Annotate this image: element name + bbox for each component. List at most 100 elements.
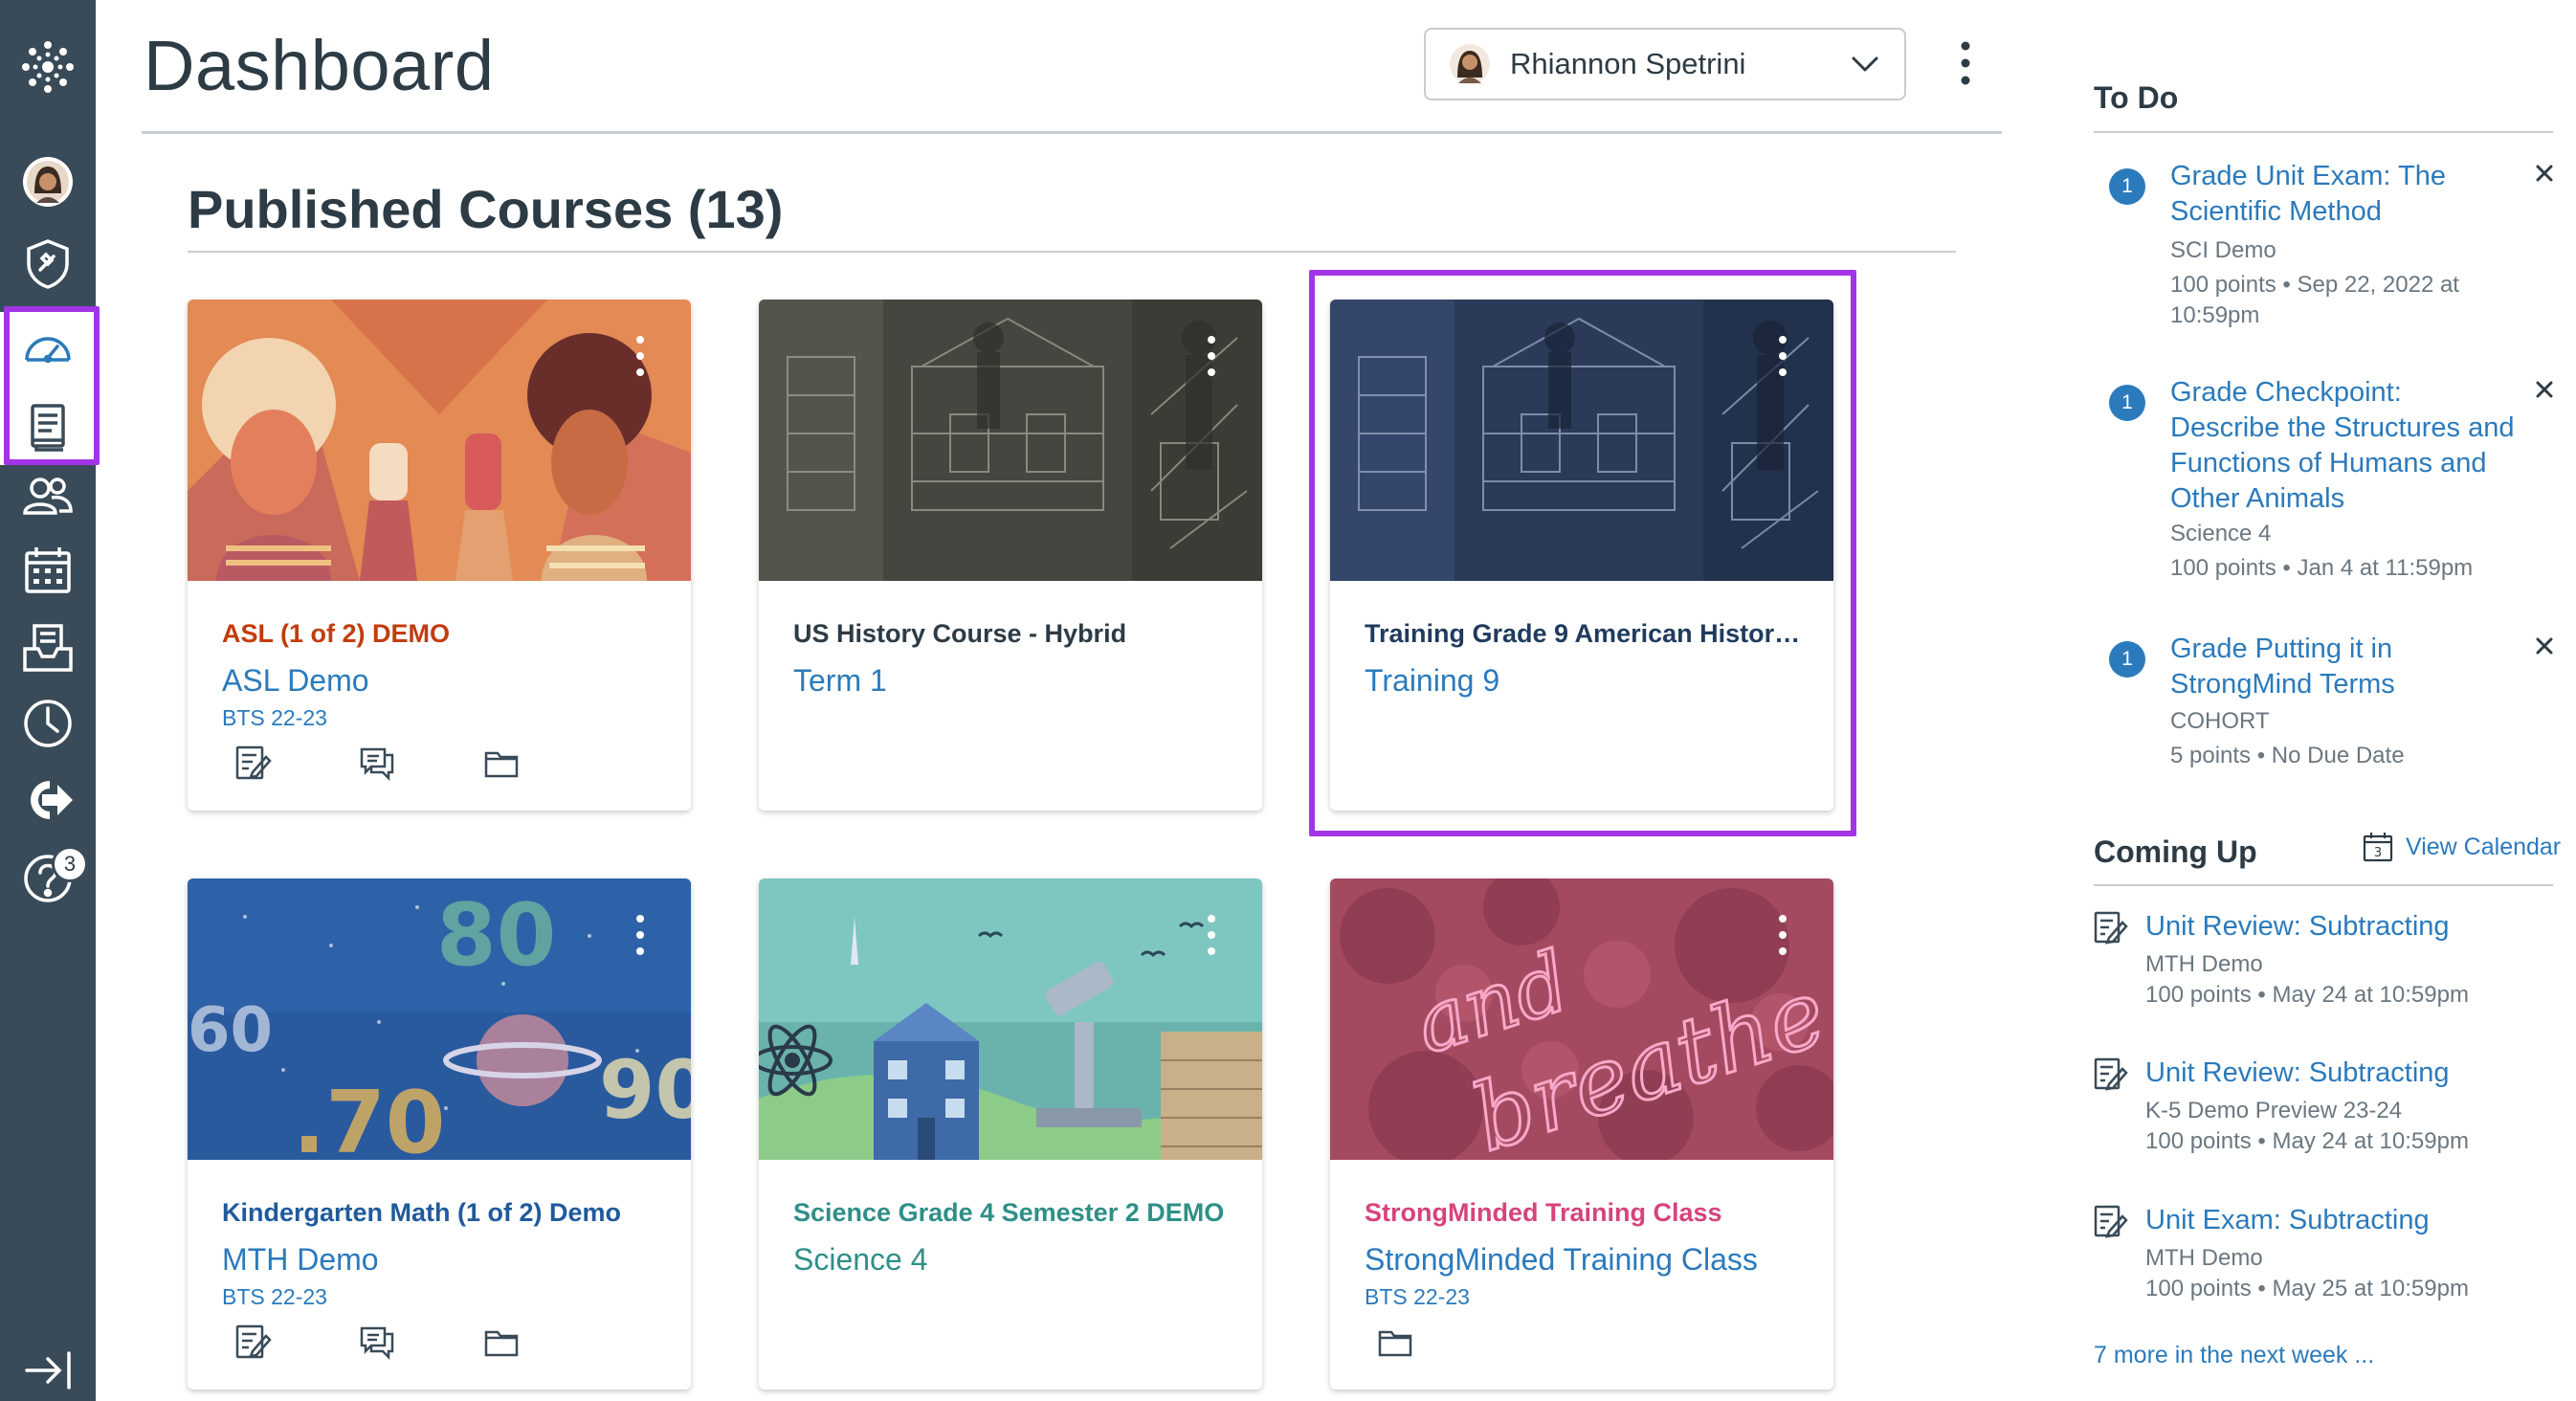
- card-action-icons: [230, 740, 603, 786]
- todo-divider: [2094, 131, 2553, 133]
- course-card[interactable]: 80 60 .70 90 Kindergarten Math (1 of 2) …: [188, 878, 691, 1390]
- card-action-icons: [230, 1319, 603, 1365]
- inbox-icon[interactable]: [0, 609, 96, 685]
- course-code[interactable]: US History Course - Hybrid: [793, 619, 1230, 649]
- coming-up-detail: 100 points • May 25 at 10:59pm: [2145, 1276, 2469, 1301]
- todo-item: 1 Grade Putting it in StrongMind Terms C…: [2109, 632, 2553, 785]
- course-term-name[interactable]: ASL Demo: [222, 663, 369, 699]
- todo-detail: 100 points • Jan 4 at 11:59pm: [2170, 555, 2474, 581]
- todo-item: 1 Grade Unit Exam: The Scientific Method…: [2109, 159, 2553, 350]
- coming-up-item: Unit Review: Subtracting MTH Demo 100 po…: [2092, 909, 2551, 1014]
- todo-course: Science 4: [2170, 521, 2272, 546]
- chevron-down-icon: [1852, 56, 1878, 72]
- course-code[interactable]: Science Grade 4 Semester 2 DEMO: [793, 1198, 1230, 1228]
- todo-count-badge: 1: [2109, 641, 2145, 678]
- course-term-name[interactable]: StrongMinded Training Class: [1365, 1242, 1758, 1278]
- card-hero-image[interactable]: [188, 300, 691, 581]
- coming-up-item: Unit Exam: Subtracting MTH Demo 100 poin…: [2092, 1203, 2551, 1308]
- card-hero-image[interactable]: [759, 878, 1262, 1160]
- todo-link[interactable]: Grade Checkpoint: Describe the Structure…: [2170, 375, 2515, 517]
- coming-up-title: Coming Up: [2094, 834, 2257, 869]
- collapse-nav-icon[interactable]: [0, 1332, 96, 1401]
- coming-up-item: Unit Review: Subtracting K-5 Demo Previe…: [2092, 1056, 2551, 1161]
- coming-up-course: MTH Demo: [2145, 1245, 2263, 1271]
- course-term-name[interactable]: Term 1: [793, 663, 887, 699]
- dashboard-options-menu[interactable]: [1946, 34, 1985, 92]
- kebab-icon: [1961, 41, 1970, 85]
- section-divider: [188, 251, 1956, 253]
- section-title: Published Courses (13): [188, 179, 784, 239]
- todo-item: 1 Grade Checkpoint: Describe the Structu…: [2109, 375, 2553, 595]
- course-code[interactable]: ASL (1 of 2) DEMO: [222, 619, 658, 649]
- card-hero-image[interactable]: 80 60 .70 90: [188, 878, 691, 1160]
- course-term-name[interactable]: MTH Demo: [222, 1242, 379, 1278]
- coming-up-detail: 100 points • May 24 at 10:59pm: [2145, 982, 2469, 1008]
- account-avatar-icon[interactable]: [0, 144, 96, 220]
- course-card[interactable]: Science Grade 4 Semester 2 DEMO Science …: [759, 878, 1262, 1390]
- course-term-name[interactable]: Science 4: [793, 1242, 928, 1278]
- files-folder-icon[interactable]: [478, 1319, 524, 1365]
- commons-arrow-icon[interactable]: [0, 762, 96, 838]
- dismiss-close-icon[interactable]: [2530, 159, 2559, 188]
- calendar-icon: 3: [2363, 833, 2393, 862]
- assignments-icon[interactable]: [230, 1319, 276, 1365]
- calendar-day-number: 3: [2374, 846, 2382, 860]
- canvas-logo-icon[interactable]: [0, 29, 96, 105]
- page-title: Dashboard: [144, 26, 495, 105]
- assignment-icon: [2094, 1205, 2128, 1238]
- card-options-menu[interactable]: [633, 915, 647, 965]
- todo-count-badge: 1: [2109, 385, 2145, 421]
- more-upcoming-link[interactable]: 7 more in the next week ...: [2094, 1342, 2374, 1369]
- card-hero-image[interactable]: [759, 300, 1262, 581]
- coming-up-link[interactable]: Unit Review: Subtracting: [2145, 1056, 2450, 1091]
- course-card[interactable]: US History Course - Hybrid Term 1: [759, 300, 1262, 811]
- assignments-icon[interactable]: [230, 740, 276, 786]
- help-count-badge: 3: [52, 846, 88, 882]
- assignment-icon: [2094, 911, 2128, 945]
- calendar-icon[interactable]: [0, 532, 96, 609]
- groups-icon[interactable]: [0, 457, 96, 534]
- card-options-menu[interactable]: [1776, 915, 1789, 965]
- card-options-menu[interactable]: [633, 336, 647, 386]
- files-folder-icon[interactable]: [1372, 1319, 1418, 1365]
- user-name: Rhiannon Spetrini: [1510, 47, 1746, 80]
- dismiss-close-icon[interactable]: [2530, 632, 2559, 660]
- todo-count-badge: 1: [2109, 168, 2145, 205]
- header-divider: [142, 131, 2002, 134]
- svg-text:90: 90: [599, 1043, 691, 1137]
- svg-text:60: 60: [188, 995, 273, 1066]
- admin-shield-icon[interactable]: [0, 226, 96, 302]
- history-clock-icon[interactable]: [0, 685, 96, 762]
- coming-up-course: K-5 Demo Preview 23-24: [2145, 1098, 2403, 1123]
- card-hero-image[interactable]: and breathe: [1330, 878, 1833, 1160]
- card-highlight-box: [1309, 270, 1856, 836]
- user-observer-select[interactable]: Rhiannon Spetrini: [1424, 28, 1906, 100]
- coming-up-detail: 100 points • May 24 at 10:59pm: [2145, 1128, 2469, 1154]
- todo-link[interactable]: Grade Unit Exam: The Scientific Method: [2170, 159, 2515, 230]
- svg-text:.70: .70: [293, 1073, 445, 1160]
- course-term: BTS 22-23: [222, 1284, 327, 1309]
- course-term: BTS 22-23: [1365, 1284, 1470, 1309]
- todo-title: To Do: [2094, 80, 2179, 115]
- coming-up-divider: [2094, 884, 2553, 886]
- coming-up-link[interactable]: Unit Exam: Subtracting: [2145, 1203, 2430, 1238]
- todo-course: SCI Demo: [2170, 237, 2276, 263]
- card-options-menu[interactable]: [1205, 336, 1218, 386]
- todo-link[interactable]: Grade Putting it in StrongMind Terms: [2170, 632, 2515, 702]
- dismiss-close-icon[interactable]: [2530, 375, 2559, 404]
- view-calendar-label[interactable]: View Calendar: [2406, 834, 2561, 861]
- view-calendar-link[interactable]: 3 View Calendar: [2362, 831, 2561, 863]
- card-options-menu[interactable]: [1205, 915, 1218, 965]
- course-code[interactable]: StrongMinded Training Class: [1365, 1198, 1801, 1228]
- discussions-icon[interactable]: [354, 1319, 400, 1365]
- discussions-icon[interactable]: [354, 740, 400, 786]
- assignment-icon: [2094, 1057, 2128, 1091]
- todo-detail: 5 points • No Due Date: [2170, 743, 2405, 768]
- files-folder-icon[interactable]: [478, 740, 524, 786]
- course-code[interactable]: Kindergarten Math (1 of 2) Demo: [222, 1198, 658, 1228]
- course-card[interactable]: ASL (1 of 2) DEMO ASL Demo BTS 22-23: [188, 300, 691, 811]
- global-navigation: 3: [0, 0, 100, 1401]
- course-card[interactable]: and breathe StrongMinded Training Class …: [1330, 878, 1833, 1390]
- coming-up-link[interactable]: Unit Review: Subtracting: [2145, 909, 2450, 945]
- coming-up-course: MTH Demo: [2145, 951, 2263, 977]
